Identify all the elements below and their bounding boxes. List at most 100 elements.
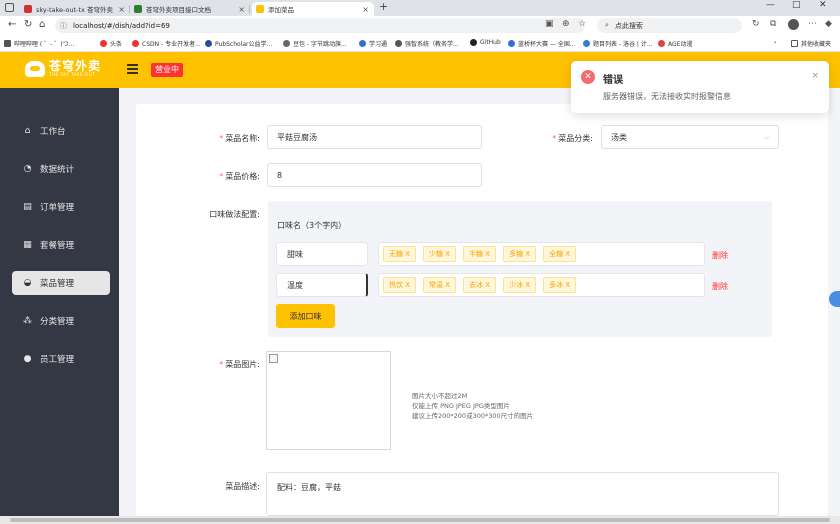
bookmark-github[interactable]: GitHub	[470, 39, 501, 46]
bookmark-toutiao[interactable]: 头条	[100, 39, 122, 48]
sidebar-item-statistics[interactable]: ◔ 数据统计	[12, 157, 110, 181]
sidebar-item-workbench[interactable]: ⌂ 工作台	[12, 119, 110, 143]
flavor-name-input[interactable]: 温度	[276, 273, 368, 297]
chevron-right-icon: ›	[774, 39, 777, 46]
close-window-button[interactable]: ✕	[819, 0, 827, 10]
delete-flavor-button[interactable]: 删除	[712, 250, 728, 261]
bookmark-jiaowu[interactable]: 强智系统（教务学...	[395, 39, 459, 48]
avatar[interactable]	[788, 19, 799, 30]
dish-category-select[interactable]: 汤类 ⌵	[601, 125, 779, 149]
tab-title: 苍穹外卖项目接口文档	[146, 6, 211, 14]
bookmark-pubscholar[interactable]: PubScholar公益学...	[205, 39, 272, 48]
zoom-icon[interactable]: ⊕	[562, 19, 570, 29]
window-menu-icon[interactable]	[5, 3, 14, 12]
tab-favicon-icon	[256, 5, 264, 13]
dish-desc-textarea[interactable]: 配料：豆腐，平菇	[266, 472, 779, 516]
sidebar-item-label: 套餐管理	[40, 241, 75, 251]
search-input[interactable]: ⌕ 点此搜索	[597, 18, 742, 33]
sidebar-item-employees[interactable]: ● 员工管理	[12, 347, 110, 371]
home-icon[interactable]: ⌂	[39, 19, 45, 30]
tab-api-docs[interactable]: 苍穹外卖项目接口文档 ×	[130, 2, 250, 16]
image-upload[interactable]	[266, 351, 391, 450]
flavor-tag[interactable]: 热饮 X	[383, 277, 417, 293]
broken-image-icon	[269, 354, 278, 363]
site-info-icon[interactable]: ⓘ	[60, 21, 67, 31]
dish-price-label: * 菜品价格:	[219, 172, 260, 181]
flavor-name-input[interactable]: 甜味	[276, 242, 368, 266]
browser-tab-bar: sky-take-out-tx 苍穹外卖 × 苍穹外卖项目接口文档 × 添加菜品…	[0, 0, 840, 16]
back-icon[interactable]: ←	[8, 19, 16, 30]
sidebar-item-packages[interactable]: ▦ 套餐管理	[12, 233, 110, 257]
refresh-icon[interactable]: ↻	[752, 19, 760, 29]
chart-icon: ◔	[23, 164, 32, 174]
flavor-panel: 口味名（3个字内） 甜味 无糖 X 少糖 X 半糖 X 多糖 X 全糖 X 删除…	[268, 201, 772, 337]
delete-flavor-button[interactable]: 删除	[712, 281, 728, 292]
reload-icon[interactable]: ↻	[24, 19, 32, 30]
close-tab-icon[interactable]: ×	[238, 5, 245, 14]
flavor-tag[interactable]: 半糖 X	[463, 246, 497, 262]
copilot-icon[interactable]: ◆	[825, 19, 832, 29]
bookmark-luogu[interactable]: 题目列表 - 洛谷 | 计...	[583, 39, 653, 48]
bookmark-csdn[interactable]: CSDN - 专业开发者...	[132, 39, 201, 48]
close-tab-icon[interactable]: ×	[118, 5, 125, 14]
scrollbar-thumb[interactable]	[10, 518, 830, 522]
flavor-tag[interactable]: 少冰 X	[503, 277, 537, 293]
close-icon[interactable]: ×	[811, 71, 819, 81]
bookmark-label: 豆包 - 字节跳动旗...	[293, 41, 347, 48]
maximize-button[interactable]: □	[792, 0, 801, 10]
flavor-tag[interactable]: 全糖 X	[543, 246, 577, 262]
favorite-star-icon[interactable]: ☆	[578, 19, 586, 29]
logo-subtitle: THE SKY TAKE-OUT	[49, 72, 96, 77]
sidebar-item-orders[interactable]: ▤ 订单管理	[12, 195, 110, 219]
doubao-icon	[283, 40, 290, 47]
sidebar-item-dishes[interactable]: ◒ 菜品管理	[12, 271, 110, 295]
tab-add-dish[interactable]: 添加菜品 ×	[252, 2, 374, 16]
flavor-tag[interactable]: 去冰 X	[463, 277, 497, 293]
new-tab-button[interactable]: +	[379, 0, 388, 13]
bookmark-age[interactable]: AGE动漫	[658, 39, 692, 48]
close-tab-icon[interactable]: ×	[362, 5, 369, 14]
sidebar-item-label: 订单管理	[40, 203, 75, 213]
floating-sidebar-handle[interactable]	[829, 291, 840, 307]
bookmark-chevron[interactable]: ›	[774, 39, 776, 46]
bookmark-label: PubScholar公益学...	[215, 41, 273, 48]
bookmark-xuexitong[interactable]: 学习通	[359, 39, 387, 48]
flavor-tag[interactable]: 无糖 X	[383, 246, 417, 262]
search-placeholder: 点此搜索	[614, 21, 643, 30]
lanqiao-icon	[508, 40, 515, 47]
notification-title: 错误	[603, 75, 623, 86]
sidebar-item-categories[interactable]: ⁂ 分类管理	[12, 309, 110, 333]
logo-icon	[25, 60, 45, 77]
dish-category-label: * 菜品分类:	[552, 134, 593, 143]
dish-name-input[interactable]: 平菇豆腐汤	[267, 125, 482, 149]
flavor-tag[interactable]: 常温 X	[423, 277, 457, 293]
dish-price-input[interactable]: 8	[267, 163, 482, 187]
more-menu-icon[interactable]: ⋯	[808, 19, 817, 29]
flavor-tag[interactable]: 多糖 X	[503, 246, 537, 262]
bookmark-label: AGE动漫	[668, 41, 693, 48]
bookmark-label: 学习通	[369, 41, 388, 48]
flavor-tag[interactable]: 多冰 X	[543, 277, 577, 293]
bookmark-doubao[interactable]: 豆包 - 字节跳动旗...	[283, 39, 347, 48]
order-icon: ▤	[23, 202, 32, 212]
flavor-tags-box[interactable]: 热饮 X 常温 X 去冰 X 少冰 X 多冰 X	[378, 273, 705, 297]
horizontal-scrollbar[interactable]	[0, 516, 840, 524]
extensions-icon[interactable]: ⧉	[770, 19, 776, 29]
flavor-tag[interactable]: 少糖 X	[423, 246, 457, 262]
chevron-down-icon: ⌵	[763, 132, 769, 141]
sidebar: ⌂ 工作台 ◔ 数据统计 ▤ 订单管理 ▦ 套餐管理 ◒ 菜品管理 ⁂ 分类管理…	[0, 88, 119, 516]
flavor-header: 口味名（3个字内）	[277, 221, 347, 230]
toutiao-icon	[100, 40, 107, 47]
reader-mode-icon[interactable]: ▣	[545, 19, 554, 29]
flavor-tags-box[interactable]: 无糖 X 少糖 X 半糖 X 多糖 X 全糖 X	[378, 242, 705, 266]
menu-toggle-icon[interactable]	[127, 64, 138, 74]
csdn-icon	[132, 40, 139, 47]
add-flavor-button[interactable]: 添加口味	[276, 304, 335, 328]
pubscholar-icon	[205, 40, 212, 47]
bookmark-other[interactable]: 其他收藏夹	[791, 39, 831, 48]
bookmark-lanqiao[interactable]: 蓝桥杯大赛 — 全国...	[508, 39, 576, 48]
url-input[interactable]: ⓘ localhost/#/dish/add?id=69	[55, 18, 585, 33]
bookmark-bilibili[interactable]: 哔哩哔哩 ( ゜- ゜)つ...	[4, 39, 74, 48]
minimize-button[interactable]: —	[766, 0, 775, 10]
tab-sky-take-out[interactable]: sky-take-out-tx 苍穹外卖 ×	[20, 2, 130, 16]
